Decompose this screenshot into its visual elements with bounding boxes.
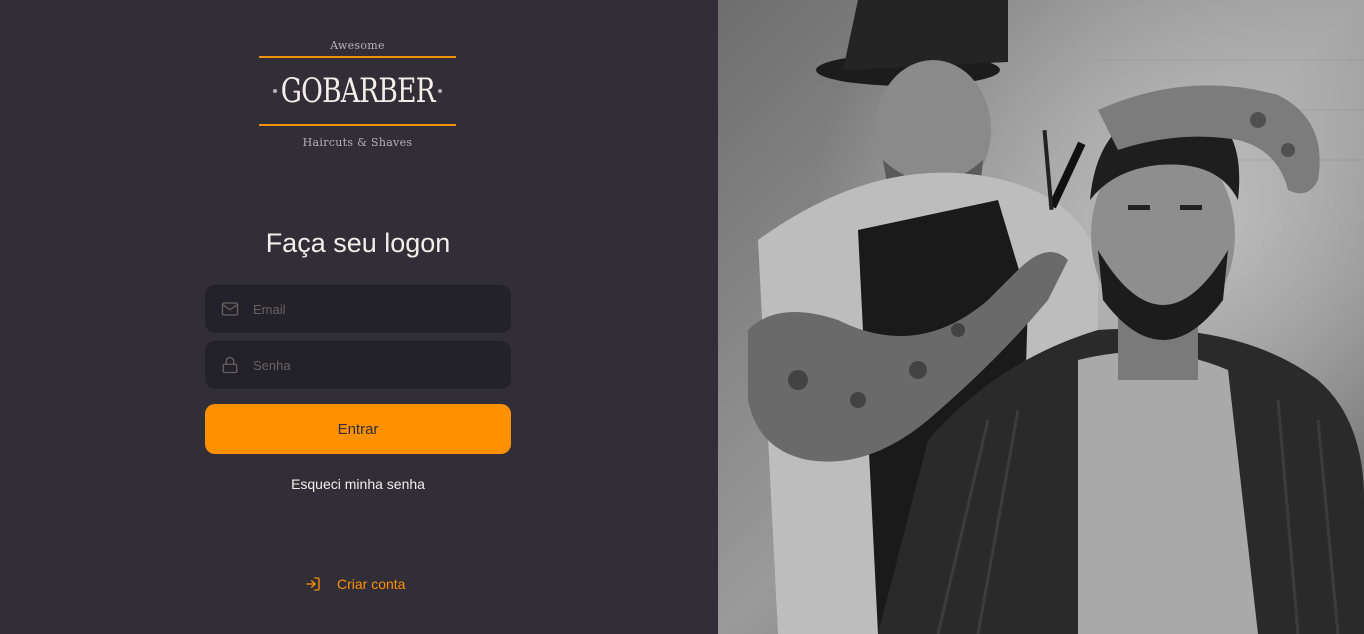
lock-icon [222,356,238,374]
forgot-password-link[interactable]: Esqueci minha senha [205,476,511,492]
background-photo [718,0,1364,634]
barber-photo-image [718,0,1364,634]
logo-name-row: GOBARBER [259,58,456,124]
gobarber-logo: Awesome GOBARBER Haircuts & Shaves [259,38,456,162]
password-field[interactable] [205,341,511,389]
email-field[interactable] [205,285,511,333]
create-account-label: Criar conta [337,576,406,592]
log-in-icon [306,577,320,591]
page-title: Faça seu logon [265,228,451,258]
logo-tagline-bottom: Haircuts & Shaves [302,136,413,149]
password-input[interactable] [253,341,511,389]
mail-icon [221,302,239,316]
page: Awesome GOBARBER Haircuts & Shaves Faça … [0,0,1364,634]
email-input[interactable] [253,285,511,333]
logo-dot-left [273,89,277,93]
logo-tagline-top: Awesome [330,39,385,52]
logo-dot-right [438,89,442,93]
login-panel: Awesome GOBARBER Haircuts & Shaves Faça … [0,0,718,634]
create-account-link[interactable]: Criar conta [305,575,405,593]
logo-rule-bottom [259,124,456,126]
logo-brand: GOBARBER [280,71,435,111]
submit-button[interactable]: Entrar [205,404,511,454]
